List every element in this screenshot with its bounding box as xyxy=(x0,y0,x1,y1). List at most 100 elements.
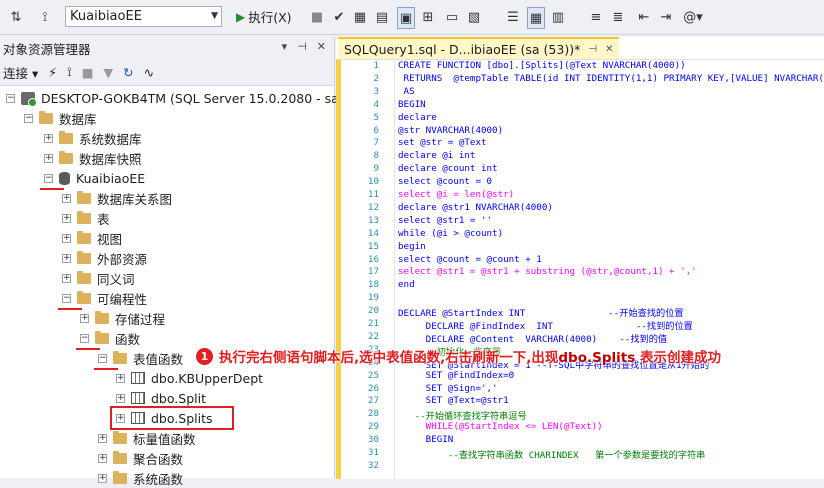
tree-node-kuaibiaoee[interactable]: − KuaibiaoEE xyxy=(44,168,145,188)
tree-node-database-snapshots[interactable]: + 数据库快照 xyxy=(44,148,142,168)
code-line[interactable]: declare @i int xyxy=(398,150,475,161)
code-line[interactable]: BEGIN xyxy=(398,434,454,445)
code-line[interactable]: declare @count int xyxy=(398,163,498,174)
pin-icon[interactable]: ⊣ xyxy=(297,40,307,53)
stop-icon[interactable]: ■ xyxy=(310,7,324,27)
code-area[interactable]: 1 2 3 4 5 6 7 8 9 10 11 12 13 14 15 16 17 18 19 20 21 22 23 24 2… xyxy=(336,59,824,479)
expand-icon[interactable]: + xyxy=(62,233,71,243)
results-text-icon[interactable]: ▭ xyxy=(444,7,460,27)
expand-icon[interactable]: + xyxy=(98,473,107,483)
collapse-icon[interactable]: − xyxy=(80,333,89,343)
parse-check-icon[interactable]: ✔ xyxy=(332,7,346,27)
object-explorer-filter-icon[interactable]: ⇅ xyxy=(6,7,26,27)
expand-icon[interactable]: + xyxy=(62,193,71,203)
collapse-icon[interactable]: − xyxy=(62,293,71,303)
code-line[interactable]: select @i = len(@str) xyxy=(398,189,514,200)
code-line[interactable]: --开始循环查找字符串逗号 xyxy=(398,408,527,422)
code-line[interactable]: end xyxy=(398,279,415,290)
code-line[interactable]: declare xyxy=(398,112,437,123)
collapse-icon[interactable]: − xyxy=(44,173,53,183)
expand-icon[interactable]: + xyxy=(62,253,71,263)
collapse-icon[interactable]: − xyxy=(6,93,15,103)
code-line[interactable]: select @str1 = @str1 + substring (@str,@… xyxy=(398,266,697,277)
tree-node-external-resources[interactable]: + 外部资源 xyxy=(62,248,147,268)
code-line[interactable]: begin xyxy=(398,241,426,252)
expand-icon[interactable]: + xyxy=(80,313,89,323)
code-line[interactable]: WHILE(@StartIndex <= LEN(@Text)) xyxy=(398,421,603,432)
connection-icon[interactable]: ⟟ xyxy=(35,7,55,27)
code-line[interactable]: set @str = @Text xyxy=(398,137,487,148)
tree-node-split[interactable]: + dbo.Split xyxy=(116,388,206,408)
code-line[interactable]: SET @FindIndex=0 xyxy=(398,370,515,381)
expand-icon[interactable]: + xyxy=(116,413,125,423)
dropdown-icon[interactable]: ▾ xyxy=(282,40,288,53)
increase-indent-icon[interactable]: ⇥ xyxy=(658,7,674,27)
decrease-indent-icon[interactable]: ⇤ xyxy=(636,7,652,27)
tree-node-functions[interactable]: − 函数 xyxy=(80,328,140,348)
code-line[interactable]: AS xyxy=(398,86,415,97)
tree-node-table-valued-functions[interactable]: − 表值函数 xyxy=(98,348,183,368)
specify-values-icon[interactable]: @▾ xyxy=(682,7,704,27)
tree-node-stored-procedures[interactable]: + 存储过程 xyxy=(80,308,165,328)
code-line[interactable]: --查找字符串函数 CHARINDEX 第一个参数是要找的字符串 xyxy=(398,447,706,461)
code-line[interactable]: while (@i > @count) xyxy=(398,228,503,239)
tree-node-splits[interactable]: + dbo.Splits xyxy=(116,408,213,428)
refresh-icon[interactable]: ↻ xyxy=(123,65,133,80)
stop-icon[interactable]: ■ xyxy=(82,65,94,80)
expand-icon[interactable]: + xyxy=(98,453,107,463)
code-line[interactable]: RETURNS @tempTable TABLE(id INT IDENTITY… xyxy=(398,73,822,84)
results-to-grid-icon[interactable]: ▦ xyxy=(527,7,545,29)
expand-icon[interactable]: + xyxy=(62,213,71,223)
pin-icon[interactable]: ⊣ xyxy=(588,44,597,55)
code-line[interactable]: DECLARE @FindIndex INT --找到的位置 xyxy=(398,318,693,332)
intellisense-icon[interactable]: ⊞ xyxy=(420,7,436,27)
code-line[interactable]: declare @str1 NVARCHAR(4000) xyxy=(398,202,553,213)
connect-button[interactable]: 连接 ▾ xyxy=(3,63,38,82)
tab-sqlquery1[interactable]: SQLQuery1.sql - D...ibiaoEE (sa (53))* ⊣… xyxy=(338,37,620,59)
results-to-text-icon[interactable]: ☰ xyxy=(505,7,521,27)
code-text[interactable]: CREATE FUNCTION [dbo].[Splits](@Text NVA… xyxy=(398,60,822,479)
close-icon[interactable]: ✕ xyxy=(605,44,613,55)
tree-node-databases[interactable]: − 数据库 xyxy=(24,108,97,128)
code-line[interactable]: select @count = 0 xyxy=(398,176,492,187)
disconnect-icon[interactable]: ⟟ xyxy=(67,64,72,80)
include-plan-icon[interactable]: ▣ xyxy=(397,7,415,29)
filter-icon[interactable]: ▼ xyxy=(104,65,114,80)
tree-node-aggregate-functions[interactable]: + 聚合函数 xyxy=(98,448,183,468)
code-line[interactable]: BEGIN xyxy=(398,99,426,110)
collapse-icon[interactable]: − xyxy=(24,113,33,123)
code-line[interactable]: SET @Text=@str1 xyxy=(398,395,509,406)
uncomment-icon[interactable]: ≣ xyxy=(610,7,626,27)
code-line[interactable]: CREATE FUNCTION [dbo].[Splits](@Text NVA… xyxy=(398,60,686,71)
code-line[interactable]: select @str1 = '' xyxy=(398,215,492,226)
expand-icon[interactable]: + xyxy=(62,273,71,283)
tree-node-views[interactable]: + 视图 xyxy=(62,228,122,248)
tree-node-synonyms[interactable]: + 同义词 xyxy=(62,268,135,288)
expand-icon[interactable]: + xyxy=(98,433,107,443)
expand-icon[interactable]: + xyxy=(116,373,125,383)
comment-icon[interactable]: ≡ xyxy=(588,7,604,27)
results-to-file-icon[interactable]: ▥ xyxy=(550,7,566,27)
tree-node-diagrams[interactable]: + 数据库关系图 xyxy=(62,188,172,208)
code-line[interactable]: DECLARE @StartIndex INT --开始查找的位置 xyxy=(398,305,684,319)
database-select[interactable]: KuaibiaoEE ▼ xyxy=(65,6,222,27)
query-designer-icon[interactable]: ▤ xyxy=(374,7,390,27)
execute-button[interactable]: ▶ 执行(X) xyxy=(236,6,292,27)
code-line[interactable]: select @count = @count + 1 xyxy=(398,254,542,265)
tree-node-programmability[interactable]: − 可编程性 xyxy=(62,288,147,308)
expand-icon[interactable]: + xyxy=(44,133,53,143)
tree-node-tables[interactable]: + 表 xyxy=(62,208,110,228)
activity-monitor-icon[interactable]: ∿ xyxy=(144,65,154,80)
tree-node-system-functions[interactable]: + 系统函数 xyxy=(98,468,183,488)
code-line[interactable]: @str NVARCHAR(4000) xyxy=(398,125,503,136)
query-plan-icon[interactable]: ▦ xyxy=(352,7,368,27)
expand-icon[interactable]: + xyxy=(44,153,53,163)
connect-plug-icon[interactable]: ⚡ xyxy=(48,65,57,80)
code-line[interactable]: DECLARE @Content VARCHAR(4000) --找到的值 xyxy=(398,331,667,345)
tree-node-scalar-functions[interactable]: + 标量值函数 xyxy=(98,428,196,448)
collapse-icon[interactable]: − xyxy=(98,353,107,363)
expand-icon[interactable]: + xyxy=(116,393,125,403)
client-stats-icon[interactable]: ▧ xyxy=(466,7,482,27)
close-icon[interactable]: ✕ xyxy=(317,40,326,53)
tree-node-system-databases[interactable]: + 系统数据库 xyxy=(44,128,142,148)
